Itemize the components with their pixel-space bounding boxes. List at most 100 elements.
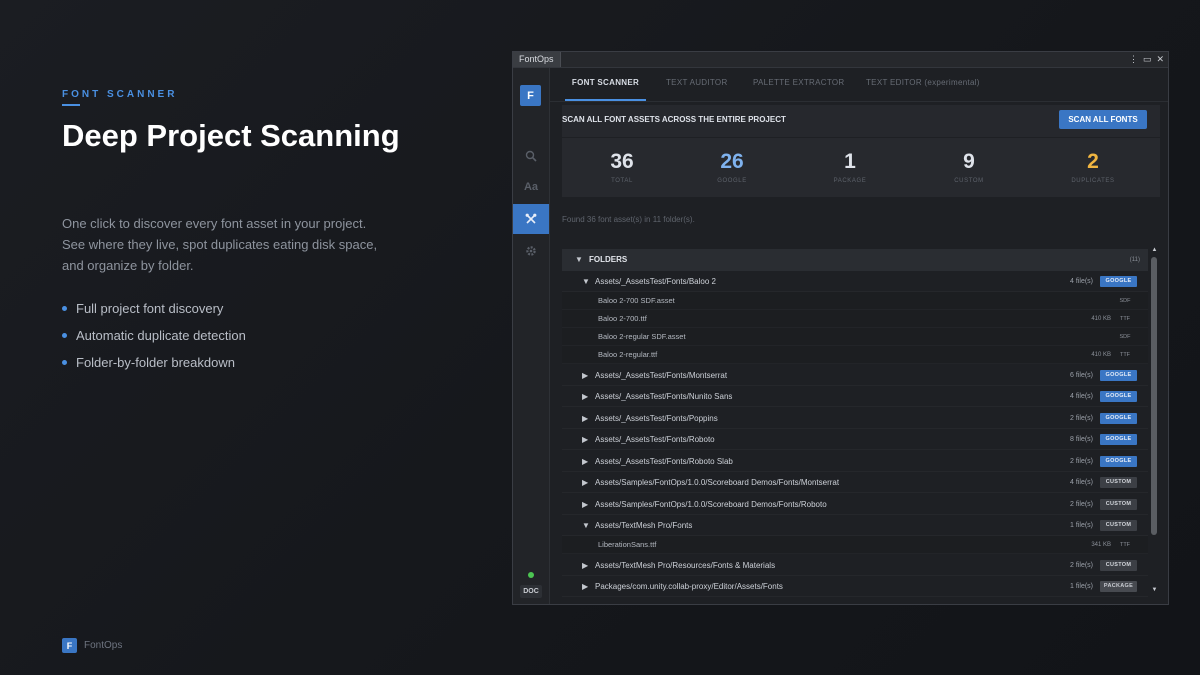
file-count: 1 file(s) — [1070, 522, 1093, 529]
file-count: 2 file(s) — [1070, 458, 1093, 465]
tab-text-editor[interactable]: TEXT EDITOR (experimental) — [866, 68, 980, 101]
stat-duplicates: 2 DUPLICATES — [1033, 138, 1153, 197]
file-row[interactable]: Baloo 2-regular SDF.asset SDF — [562, 328, 1148, 346]
feature-item: Folder-by-folder breakdown — [62, 354, 246, 381]
search-icon[interactable] — [513, 141, 549, 171]
gear-icon[interactable] — [513, 236, 549, 266]
file-count: 4 file(s) — [1070, 393, 1093, 400]
file-count: 8 file(s) — [1070, 436, 1093, 443]
text-style-icon[interactable]: Aa — [513, 172, 549, 202]
folder-row[interactable]: ▼ Assets/TextMesh Pro/Fonts 1 file(s) CU… — [562, 515, 1148, 536]
file-size: 410 KB — [1091, 352, 1111, 358]
source-badge: CUSTOM — [1100, 499, 1137, 510]
file-count: 6 file(s) — [1070, 372, 1093, 379]
stat-custom: 9 CUSTOM — [909, 138, 1029, 197]
window-controls: ⋮ ▭ ✕ — [1129, 53, 1164, 66]
folder-row[interactable]: ▼ Assets/_AssetsTest/Fonts/Baloo 2 4 fil… — [562, 271, 1148, 292]
scan-result-summary: Found 36 font asset(s) in 11 folder(s). — [562, 215, 695, 224]
stats-panel: 36 TOTAL 26 GOOGLE 1 PACKAGE 9 CUSTOM 2 … — [562, 138, 1160, 197]
tab-bar: FONT SCANNER TEXT AUDITOR PALETTE EXTRAC… — [550, 68, 1168, 102]
source-badge: PACKAGE — [1100, 581, 1137, 592]
folder-row[interactable]: ▶ Assets/_AssetsTest/Fonts/Roboto 8 file… — [562, 429, 1148, 450]
expand-right-icon[interactable]: ▶ — [582, 582, 588, 591]
file-count: 4 file(s) — [1070, 479, 1093, 486]
tab-palette-extractor[interactable]: PALETTE EXTRACTOR — [753, 68, 845, 101]
source-badge: GOOGLE — [1100, 370, 1137, 381]
expand-right-icon[interactable]: ▶ — [582, 392, 588, 401]
stat-value: 36 — [610, 150, 634, 173]
file-row[interactable]: Baloo 2-700.ttf 410 KB TTF — [562, 310, 1148, 328]
scan-bar: SCAN ALL FONT ASSETS ACROSS THE ENTIRE P… — [562, 105, 1160, 137]
scroll-down-icon[interactable]: ▼ — [1150, 586, 1159, 594]
expand-right-icon[interactable]: ▶ — [582, 457, 588, 466]
more-options-icon[interactable]: ⋮ — [1129, 53, 1138, 66]
stat-value: 2 — [1087, 150, 1099, 173]
feature-list: Full project font discovery Automatic du… — [62, 300, 246, 381]
brand-name: FontOps — [84, 640, 123, 651]
file-type: SDF — [1119, 298, 1131, 304]
file-name: LiberationSans.ttf — [598, 540, 657, 549]
maximize-icon[interactable]: ▭ — [1143, 53, 1152, 66]
close-icon[interactable]: ✕ — [1156, 53, 1164, 66]
tab-font-scanner[interactable]: FONT SCANNER — [565, 68, 646, 101]
docs-button[interactable]: DOC — [520, 585, 542, 598]
expand-down-icon[interactable]: ▼ — [582, 521, 590, 530]
folder-list: ▼ FOLDERS (11) ▼ Assets/_AssetsTest/Font… — [562, 249, 1148, 603]
folder-scrollbar[interactable]: ▲ ▼ — [1150, 246, 1159, 603]
expand-right-icon[interactable]: ▶ — [582, 561, 588, 570]
file-type: TTF — [1119, 542, 1131, 548]
folder-row[interactable]: ▶ Assets/_AssetsTest/Fonts/Poppins 2 fil… — [562, 408, 1148, 429]
file-row[interactable]: Baloo 2-regular.ttf 410 KB TTF — [562, 346, 1148, 364]
bullet-dot-icon — [62, 360, 67, 365]
expand-right-icon[interactable]: ▶ — [582, 371, 588, 380]
file-row[interactable]: Baloo 2-700 SDF.asset SDF — [562, 292, 1148, 310]
expand-right-icon[interactable]: ▶ — [582, 414, 588, 423]
source-badge: GOOGLE — [1100, 456, 1137, 467]
folders-count: (11) — [1129, 257, 1140, 263]
status-indicator-icon — [528, 572, 534, 578]
folder-row[interactable]: ▶ Assets/_AssetsTest/Fonts/Roboto Slab 2… — [562, 451, 1148, 472]
scan-all-fonts-button[interactable]: SCAN ALL FONTS — [1059, 110, 1147, 129]
folder-path: Assets/_AssetsTest/Fonts/Nunito Sans — [595, 392, 733, 401]
folder-path: Assets/TextMesh Pro/Resources/Fonts & Ma… — [595, 561, 776, 570]
file-name: Baloo 2-regular.ttf — [598, 350, 658, 359]
folder-row[interactable]: ▶ Assets/Samples/FontOps/1.0.0/Scoreboar… — [562, 494, 1148, 515]
eyebrow-underline — [62, 104, 80, 106]
folders-title: FOLDERS — [589, 255, 628, 264]
folders-header[interactable]: ▼ FOLDERS (11) — [562, 249, 1148, 271]
folder-path: Assets/_AssetsTest/Fonts/Roboto — [595, 435, 715, 444]
scroll-up-icon[interactable]: ▲ — [1150, 246, 1159, 254]
folder-row[interactable]: ▶ Assets/_AssetsTest/Fonts/Montserrat 6 … — [562, 365, 1148, 386]
folder-row[interactable]: ▶ Assets/TextMesh Pro/Resources/Fonts & … — [562, 555, 1148, 576]
file-count: 2 file(s) — [1070, 562, 1093, 569]
source-badge: CUSTOM — [1100, 520, 1137, 531]
window-tab[interactable]: FontOps — [513, 52, 561, 67]
file-name: Baloo 2-700 SDF.asset — [598, 296, 675, 305]
source-badge: GOOGLE — [1100, 413, 1137, 424]
brand-logo-icon: F — [62, 638, 77, 653]
file-count: 2 file(s) — [1070, 501, 1093, 508]
collapse-triangle-icon[interactable]: ▼ — [575, 255, 583, 264]
file-size: 341 KB — [1091, 542, 1111, 548]
hero-description: One click to discover every font asset i… — [62, 216, 378, 273]
file-type: TTF — [1119, 316, 1131, 322]
source-badge: CUSTOM — [1100, 477, 1137, 488]
folder-row[interactable]: ▶ Packages/com.unity.collab-proxy/Editor… — [562, 576, 1148, 597]
expand-right-icon[interactable]: ▶ — [582, 500, 588, 509]
tools-icon[interactable] — [513, 204, 549, 234]
folder-row[interactable]: ▶ Assets/Samples/FontOps/1.0.0/Scoreboar… — [562, 472, 1148, 493]
expand-right-icon[interactable]: ▶ — [582, 478, 588, 487]
stat-label: CUSTOM — [954, 178, 984, 184]
expand-right-icon[interactable]: ▶ — [582, 435, 588, 444]
file-count: 2 file(s) — [1070, 415, 1093, 422]
source-badge: GOOGLE — [1100, 434, 1137, 445]
file-count: 4 file(s) — [1070, 278, 1093, 285]
feature-label: Full project font discovery — [76, 301, 224, 316]
folder-row[interactable]: ▶ Assets/_AssetsTest/Fonts/Nunito Sans 4… — [562, 386, 1148, 407]
expand-down-icon[interactable]: ▼ — [582, 277, 590, 286]
scroll-thumb[interactable] — [1151, 257, 1157, 535]
folder-path: Assets/_AssetsTest/Fonts/Roboto Slab — [595, 457, 733, 466]
tab-text-auditor[interactable]: TEXT AUDITOR — [666, 68, 728, 101]
feature-item: Automatic duplicate detection — [62, 327, 246, 354]
file-row[interactable]: LiberationSans.ttf 341 KB TTF — [562, 536, 1148, 554]
